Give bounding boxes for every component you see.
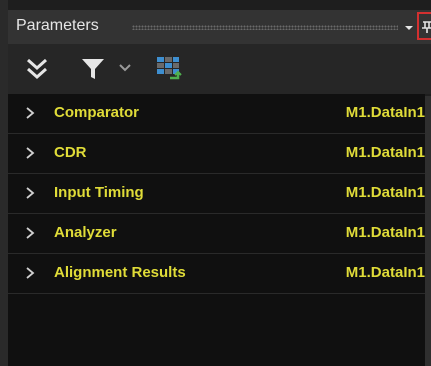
row-value: M1.DataIn1 bbox=[345, 264, 425, 281]
chevron-right-icon[interactable] bbox=[24, 146, 36, 160]
pin-button[interactable] bbox=[417, 12, 431, 40]
pin-icon bbox=[422, 21, 431, 33]
chevron-down-icon[interactable] bbox=[118, 62, 132, 74]
parameter-list: Comparator M1.DataIn1 CDR M1.DataIn1 Inp… bbox=[8, 94, 425, 366]
row-value: M1.DataIn1 bbox=[345, 104, 425, 121]
chevron-right-icon[interactable] bbox=[24, 266, 36, 280]
toolbar bbox=[8, 44, 431, 94]
row-value: M1.DataIn1 bbox=[345, 144, 425, 161]
row-label: CDR bbox=[54, 144, 87, 161]
row-label: Analyzer bbox=[54, 224, 117, 241]
parameters-panel: Parameters Comparator M1.DataIn1 CDR M1.… bbox=[0, 0, 431, 366]
row-label: Comparator bbox=[54, 104, 140, 121]
filter-icon[interactable] bbox=[80, 56, 106, 82]
chevron-right-icon[interactable] bbox=[24, 186, 36, 200]
list-item[interactable]: Input Timing M1.DataIn1 bbox=[8, 174, 425, 214]
panel-title: Parameters bbox=[16, 17, 99, 34]
panel-title-bar[interactable]: Parameters bbox=[8, 10, 431, 44]
row-label: Alignment Results bbox=[54, 264, 186, 281]
list-item[interactable]: Analyzer M1.DataIn1 bbox=[8, 214, 425, 254]
collapse-all-icon[interactable] bbox=[24, 56, 50, 82]
row-value: M1.DataIn1 bbox=[345, 224, 425, 241]
panel-menu-arrow-icon[interactable] bbox=[402, 20, 416, 34]
chevron-right-icon[interactable] bbox=[24, 106, 36, 120]
list-item[interactable]: CDR M1.DataIn1 bbox=[8, 134, 425, 174]
row-value: M1.DataIn1 bbox=[345, 184, 425, 201]
row-label: Input Timing bbox=[54, 184, 144, 201]
left-edge bbox=[0, 0, 8, 366]
chevron-right-icon[interactable] bbox=[24, 226, 36, 240]
drag-grip[interactable] bbox=[132, 25, 398, 30]
list-item[interactable]: Comparator M1.DataIn1 bbox=[8, 94, 425, 134]
grid-icon[interactable] bbox=[154, 54, 182, 82]
right-edge bbox=[425, 96, 431, 366]
list-item[interactable]: Alignment Results M1.DataIn1 bbox=[8, 254, 425, 294]
